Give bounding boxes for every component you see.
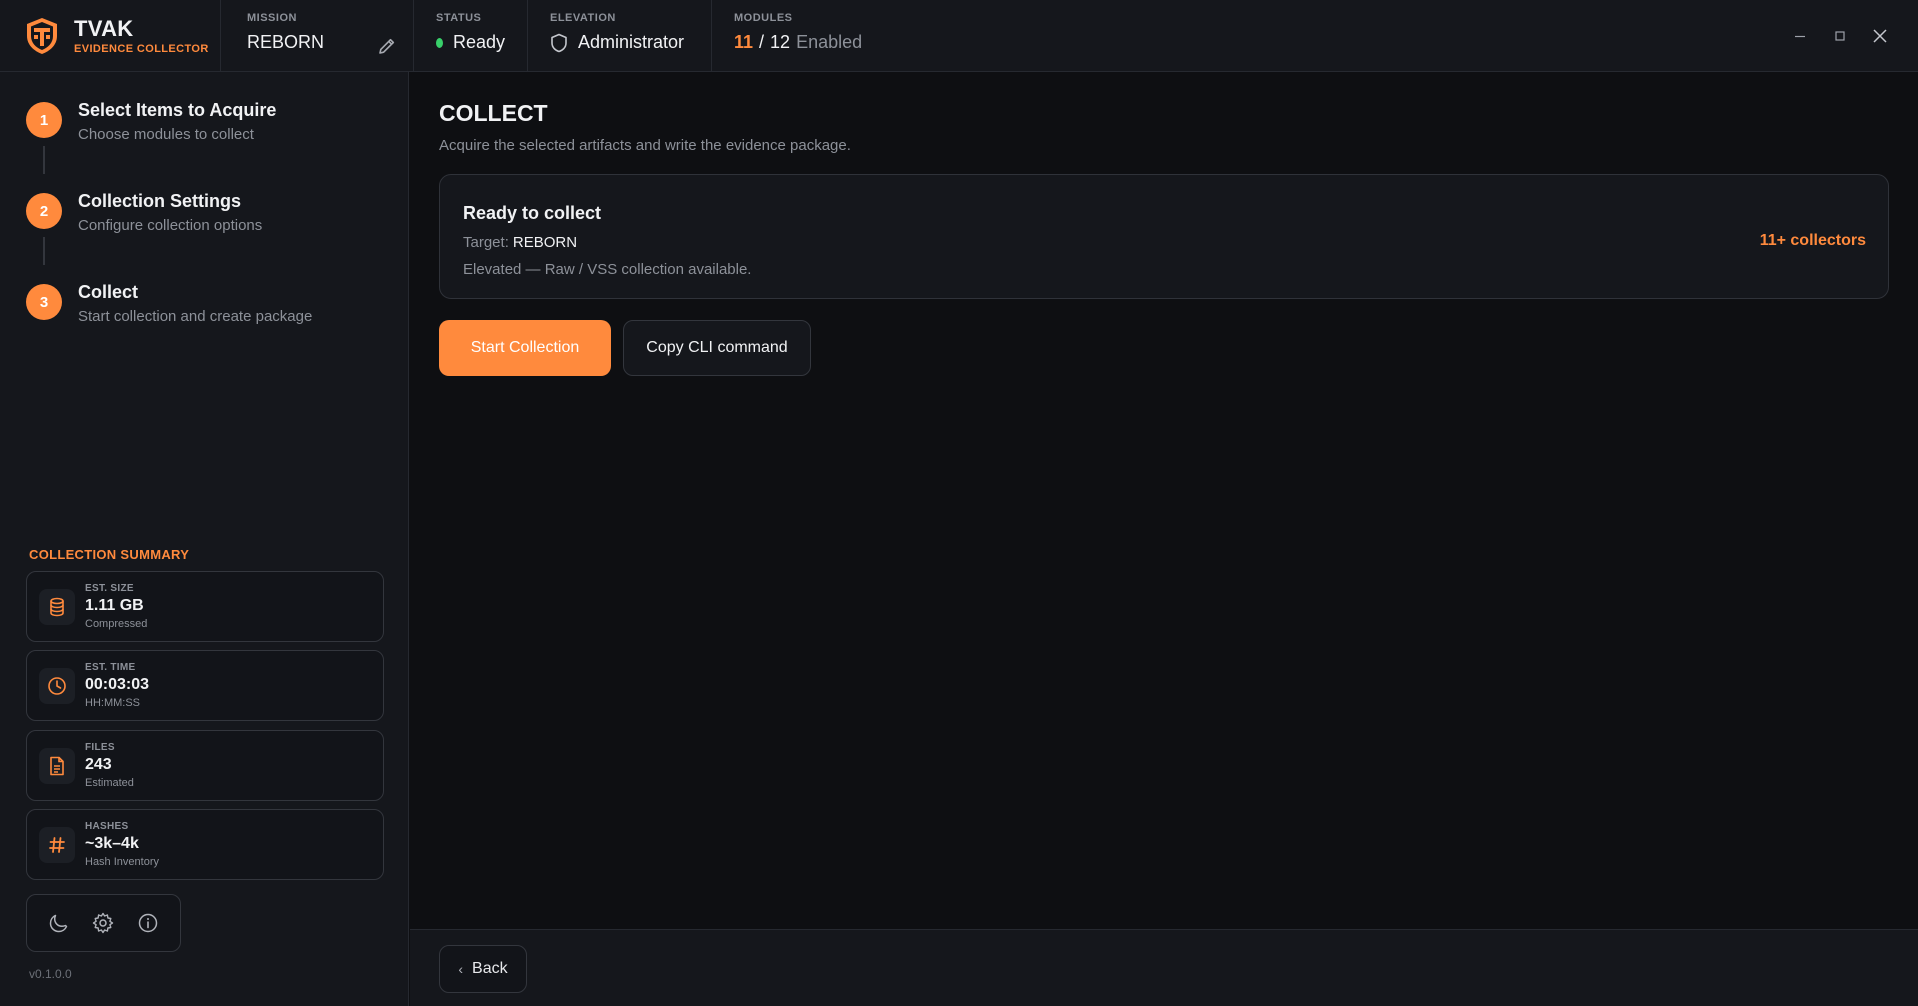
summary-value: 1.11 GB <box>85 597 144 614</box>
status-value: Ready <box>452 32 505 52</box>
step-title: Select Items to Acquire <box>78 100 277 120</box>
ready-title: Ready to collect <box>463 203 602 223</box>
minimize-button[interactable] <box>1780 16 1820 56</box>
copy-cli-button[interactable]: Copy CLI command <box>623 320 811 376</box>
app-subtitle: EVIDENCE COLLECTOR <box>74 42 209 55</box>
step-title: Collection Settings <box>78 191 242 211</box>
close-button[interactable] <box>1860 16 1900 56</box>
ready-card: Ready to collect Target: REBORN Elevated … <box>439 174 1889 299</box>
version-label: v0.1.0.0 <box>29 967 72 981</box>
gear-icon <box>93 912 114 934</box>
step-connector <box>43 237 45 265</box>
main-content: COLLECT Acquire the selected artifacts a… <box>410 72 1918 1006</box>
status-label: STATUS <box>436 12 482 24</box>
settings-button[interactable] <box>89 909 117 937</box>
summary-label: EST. TIME <box>85 662 136 673</box>
edit-pencil-icon[interactable] <box>377 36 397 56</box>
elevation-value: Administrator <box>578 32 685 52</box>
step-select-items[interactable]: 1 Select Items to Acquire Choose modules… <box>26 100 312 191</box>
maximize-icon <box>1835 31 1845 41</box>
summary-label: FILES <box>85 742 115 753</box>
summary-sub: Compressed <box>85 618 148 630</box>
summary-card-size: EST. SIZE 1.11 GB Compressed <box>26 571 384 642</box>
back-label: Back <box>472 960 508 977</box>
sidebar: 1 Select Items to Acquire Choose modules… <box>0 72 409 1006</box>
summary-sub: Estimated <box>85 777 134 789</box>
modules-section: MODULES 11 / 12 Enabled <box>712 0 884 71</box>
summary-card-hashes: HASHES ~3k–4k Hash Inventory <box>26 809 384 880</box>
shield-logo-icon <box>27 17 57 54</box>
step-number: 3 <box>26 284 62 320</box>
close-icon <box>1873 29 1887 43</box>
minimize-icon <box>1795 35 1805 38</box>
modules-count: 11 / 12 Enabled <box>734 32 862 53</box>
step-title: Collect <box>78 282 139 302</box>
title-bar: TVAK EVIDENCE COLLECTOR MISSION REBORN S… <box>0 0 1918 72</box>
modules-enabled: 11 <box>734 32 754 52</box>
step-collect[interactable]: 3 Collect Start collection and create pa… <box>26 282 312 373</box>
info-icon <box>138 913 158 933</box>
mission-label: MISSION <box>247 12 297 24</box>
back-button[interactable]: ‹ Back <box>439 945 527 993</box>
modules-suffix: Enabled <box>796 32 863 52</box>
summary-card-time: EST. TIME 00:03:03 HH:MM:SS <box>26 650 384 721</box>
window-controls <box>1780 0 1918 72</box>
modules-total: 12 <box>770 32 791 52</box>
step-number: 1 <box>26 102 62 138</box>
shield-icon <box>551 33 567 52</box>
app-name: TVAK <box>74 15 134 41</box>
start-collection-button[interactable]: Start Collection <box>439 320 611 376</box>
modules-separator: / <box>759 32 765 52</box>
footer-bar: ‹ Back <box>410 929 1918 1006</box>
elevation-section: ELEVATION Administrator <box>528 0 712 71</box>
step-subtitle: Start collection and create package <box>78 308 313 325</box>
step-connector <box>43 146 45 174</box>
elevation-label: ELEVATION <box>550 12 616 24</box>
summary-value: ~3k–4k <box>85 835 139 852</box>
summary-sub: HH:MM:SS <box>85 697 140 709</box>
summary-value: 00:03:03 <box>85 676 150 693</box>
mission-value: REBORN <box>247 32 325 52</box>
page-subtitle: Acquire the selected artifacts and write… <box>439 137 851 154</box>
status-dot-icon <box>436 37 443 48</box>
chevron-left-icon: ‹ <box>458 961 464 977</box>
summary-sub: Hash Inventory <box>85 856 159 868</box>
target-line: Target: REBORN <box>463 234 577 251</box>
moon-icon <box>49 914 68 933</box>
brand: TVAK EVIDENCE COLLECTOR <box>0 0 221 71</box>
file-icon <box>50 756 64 775</box>
mission-section: MISSION REBORN <box>221 0 414 71</box>
about-button[interactable] <box>134 909 162 937</box>
sidebar-tools <box>26 894 181 952</box>
summary-label: EST. SIZE <box>85 583 134 594</box>
step-subtitle: Choose modules to collect <box>78 126 254 143</box>
collection-summary-title: COLLECTION SUMMARY <box>29 547 190 562</box>
hash-icon <box>49 836 65 853</box>
collectors-count: 11+ collectors <box>1759 232 1866 249</box>
theme-toggle-button[interactable] <box>45 909 73 937</box>
clock-icon <box>48 676 66 695</box>
summary-label: HASHES <box>85 821 129 832</box>
step-subtitle: Configure collection options <box>78 217 263 234</box>
database-icon <box>50 597 64 616</box>
status-section: STATUS Ready <box>414 0 528 71</box>
modules-label: MODULES <box>734 12 793 24</box>
step-collection-settings[interactable]: 2 Collection Settings Configure collecti… <box>26 191 312 282</box>
step-list: 1 Select Items to Acquire Choose modules… <box>26 100 312 373</box>
summary-card-files: FILES 243 Estimated <box>26 730 384 801</box>
summary-value: 243 <box>85 756 112 773</box>
target-label: Target: <box>463 234 509 251</box>
elevation-note: Elevated — Raw / VSS collection availabl… <box>463 261 752 278</box>
step-number: 2 <box>26 193 62 229</box>
maximize-button[interactable] <box>1820 16 1860 56</box>
page-title: COLLECT <box>439 100 548 126</box>
target-value: REBORN <box>512 234 578 251</box>
